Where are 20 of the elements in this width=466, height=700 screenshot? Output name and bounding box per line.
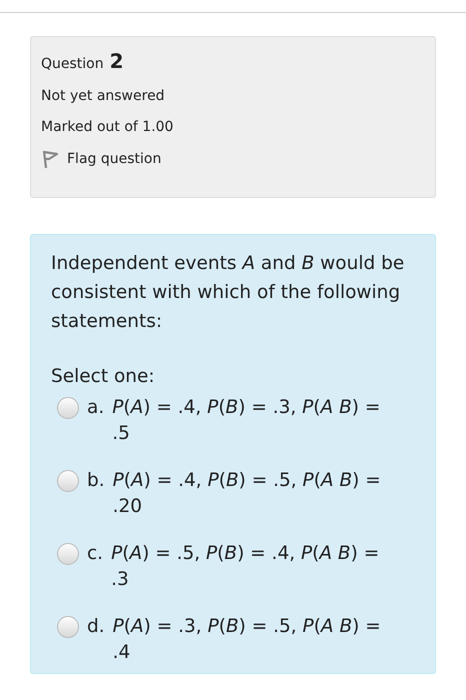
select-prompt: Select one: bbox=[51, 366, 156, 387]
question-label: Question bbox=[41, 56, 104, 72]
option-text: P(A) = .5, P(B) = .4, P(A B) = .3 bbox=[111, 542, 380, 592]
option-text: P(A) = .4, P(B) = .3, P(A B) = .5 bbox=[112, 396, 382, 446]
option-text: P(A) = .4, P(B) = .5, P(A B) = .20 bbox=[112, 469, 382, 519]
marks-text: Marked out of 1.00 bbox=[41, 119, 174, 135]
flag-question-link[interactable]: Flag question bbox=[41, 149, 162, 169]
option-text: P(A) = .3, P(B) = .5, P(A B) = .4 bbox=[112, 615, 382, 665]
question-number: 2 bbox=[110, 49, 124, 73]
flag-icon bbox=[41, 149, 59, 169]
radio-button[interactable] bbox=[57, 543, 79, 565]
answer-status: Not yet answered bbox=[41, 88, 166, 104]
radio-button[interactable] bbox=[57, 470, 79, 492]
question-text: Independent events A and B would be consistent with which of the following statements: bbox=[51, 252, 406, 334]
radio-button[interactable] bbox=[57, 616, 79, 638]
option-letter: a. bbox=[87, 396, 104, 420]
option-letter: d. bbox=[87, 615, 105, 639]
option-letter: b. bbox=[87, 469, 105, 493]
option-letter: c. bbox=[87, 542, 104, 566]
radio-button[interactable] bbox=[57, 397, 79, 419]
